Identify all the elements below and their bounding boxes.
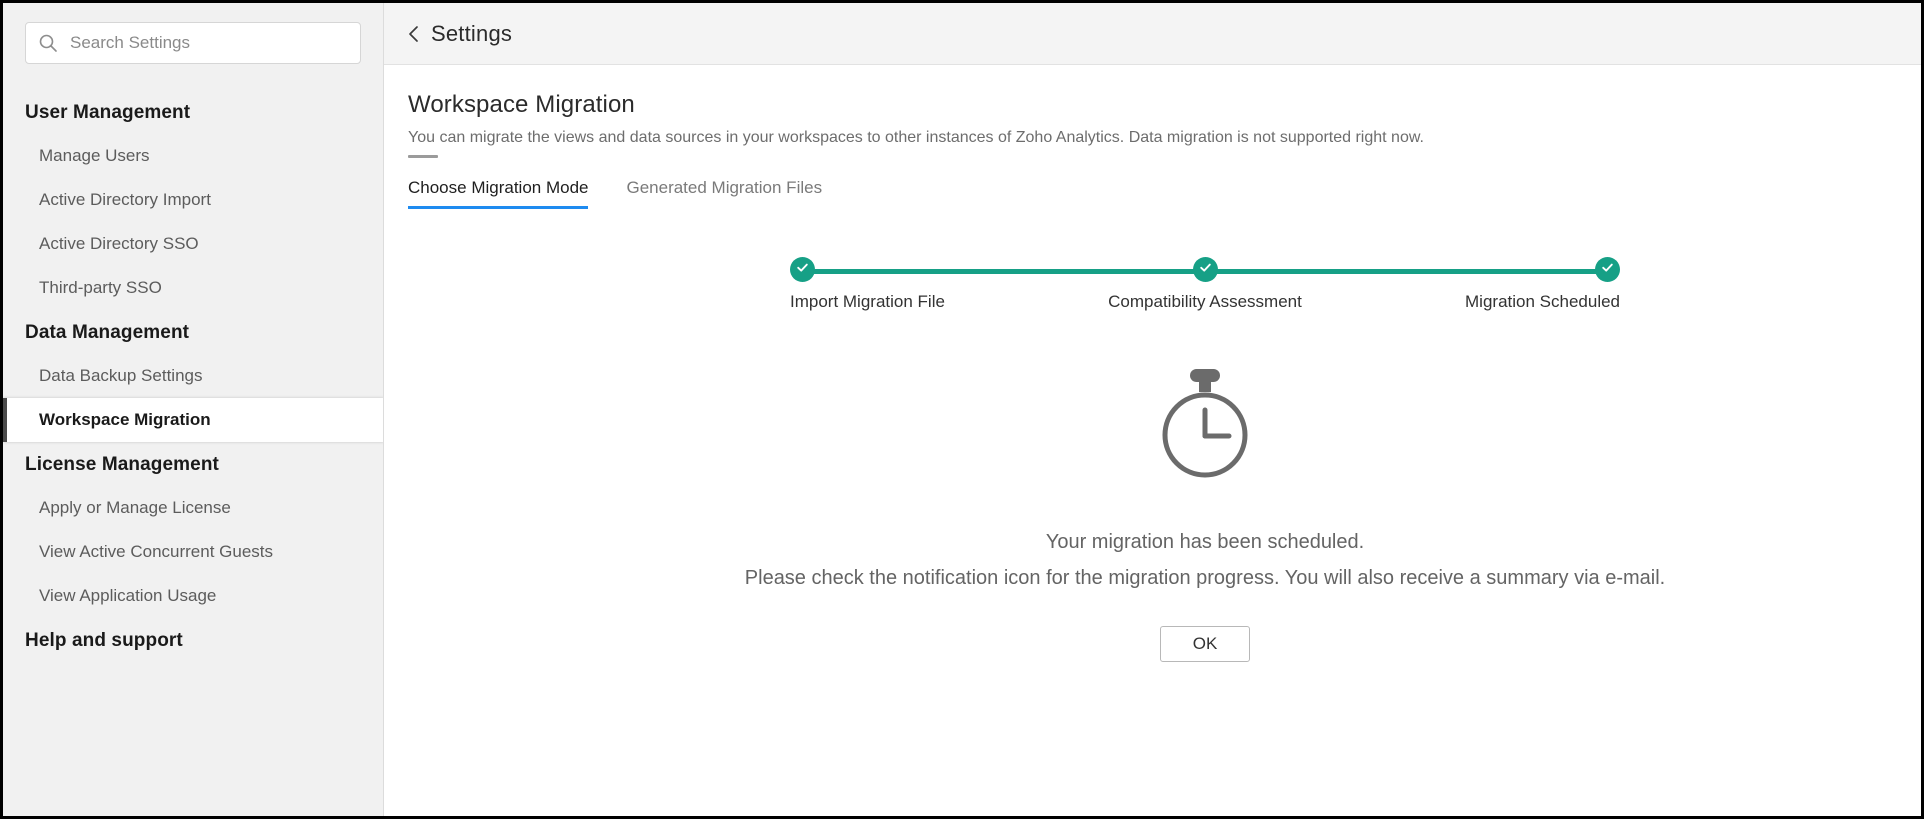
search-icon — [38, 33, 58, 53]
check-icon — [795, 260, 810, 280]
nav-section-user-management: User Management Manage Users Active Dire… — [3, 90, 383, 310]
nav-section-title[interactable]: Help and support — [3, 618, 383, 662]
step-status-circle — [1595, 257, 1620, 282]
step-status-circle — [1193, 257, 1218, 282]
step-status-circle — [790, 257, 815, 282]
migration-result: Your migration has been scheduled. Pleas… — [620, 367, 1790, 662]
chevron-left-icon[interactable] — [407, 24, 421, 44]
sidebar-item-data-backup-settings[interactable]: Data Backup Settings — [3, 354, 383, 398]
step-label: Import Migration File — [790, 292, 945, 312]
check-icon — [1600, 260, 1615, 280]
sidebar-item-active-directory-sso[interactable]: Active Directory SSO — [3, 222, 383, 266]
step-compatibility-assessment[interactable]: Compatibility Assessment — [1085, 257, 1325, 312]
tab-choose-migration-mode[interactable]: Choose Migration Mode — [408, 178, 588, 209]
sidebar-item-view-application-usage[interactable]: View Application Usage — [3, 574, 383, 618]
sidebar-item-apply-or-manage-license[interactable]: Apply or Manage License — [3, 486, 383, 530]
topbar-title: Settings — [431, 21, 512, 47]
nav-section-data-management: Data Management Data Backup Settings Wor… — [3, 310, 383, 442]
tab-bar: Choose Migration Mode Generated Migratio… — [408, 178, 1921, 209]
step-label: Migration Scheduled — [1465, 292, 1620, 312]
content-area: Workspace Migration You can migrate the … — [384, 65, 1921, 816]
settings-sidebar: User Management Manage Users Active Dire… — [3, 3, 384, 816]
stopwatch-icon — [1152, 367, 1258, 484]
result-message-secondary: Please check the notification icon for t… — [745, 560, 1665, 596]
sidebar-item-view-active-concurrent-guests[interactable]: View Active Concurrent Guests — [3, 530, 383, 574]
sidebar-item-manage-users[interactable]: Manage Users — [3, 134, 383, 178]
step-import-migration-file[interactable]: Import Migration File — [790, 257, 1030, 312]
migration-stepper: Import Migration File Compatibility Asse… — [790, 257, 1620, 315]
search-input[interactable] — [68, 23, 348, 63]
settings-nav: User Management Manage Users Active Dire… — [3, 90, 383, 662]
description-divider — [408, 155, 438, 158]
ok-button[interactable]: OK — [1160, 626, 1250, 662]
check-icon — [1198, 260, 1213, 280]
sidebar-item-third-party-sso[interactable]: Third-party SSO — [3, 266, 383, 310]
tab-generated-migration-files[interactable]: Generated Migration Files — [626, 178, 822, 209]
main-panel: Settings Workspace Migration You can mig… — [384, 3, 1921, 816]
nav-section-title: Data Management — [3, 310, 383, 354]
nav-section-help-and-support: Help and support — [3, 618, 383, 662]
nav-section-title: License Management — [3, 442, 383, 486]
page-title: Workspace Migration — [408, 91, 1921, 119]
sidebar-item-workspace-migration[interactable]: Workspace Migration — [3, 398, 384, 442]
settings-window: User Management Manage Users Active Dire… — [0, 0, 1924, 819]
settings-topbar: Settings — [384, 3, 1921, 65]
nav-section-title: User Management — [3, 90, 383, 134]
page-description: You can migrate the views and data sourc… — [408, 128, 1921, 148]
result-message-primary: Your migration has been scheduled. — [1046, 524, 1364, 560]
nav-section-license-management: License Management Apply or Manage Licen… — [3, 442, 383, 618]
search-box[interactable] — [25, 22, 361, 64]
step-migration-scheduled[interactable]: Migration Scheduled — [1380, 257, 1620, 312]
step-label: Compatibility Assessment — [1108, 292, 1302, 312]
sidebar-item-active-directory-import[interactable]: Active Directory Import — [3, 178, 383, 222]
